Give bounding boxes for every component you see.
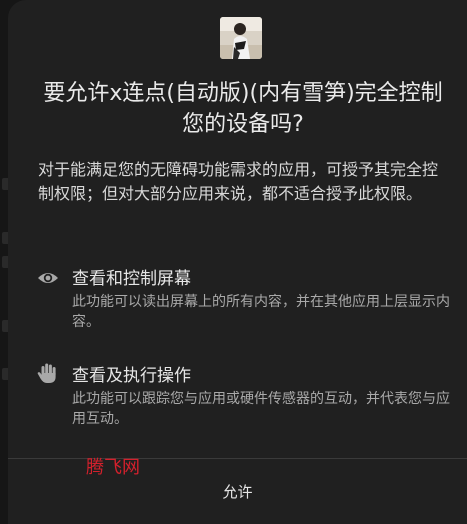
allow-button[interactable]: 允许 [8, 470, 467, 514]
eye-icon [36, 266, 60, 290]
app-icon [220, 17, 262, 59]
permission-title-screen: 查看和控制屏幕 [72, 269, 191, 289]
accessibility-permission-dialog: 要允许x连点(自动版)(内有雪笋)完全控制您的设备吗? 对于能满足您的无障碍功能… [8, 0, 467, 524]
hand-icon [36, 361, 60, 385]
divider [8, 458, 467, 459]
permission-title-actions: 查看及执行操作 [72, 366, 191, 386]
dialog-description: 对于能满足您的无障碍功能需求的应用，可授予其完全控制权限；但对大部分应用来说，都… [38, 160, 439, 203]
permission-description-screen: 此功能可以读出屏幕上的所有内容，并在其他应用上层显示内容。 [72, 294, 450, 330]
dialog-title: 要允许x连点(自动版)(内有雪笋)完全控制您的设备吗? [43, 81, 443, 137]
permission-description-actions: 此功能可以跟踪您与应用或硬件传感器的互动，并代表您与应用互动。 [72, 391, 450, 427]
